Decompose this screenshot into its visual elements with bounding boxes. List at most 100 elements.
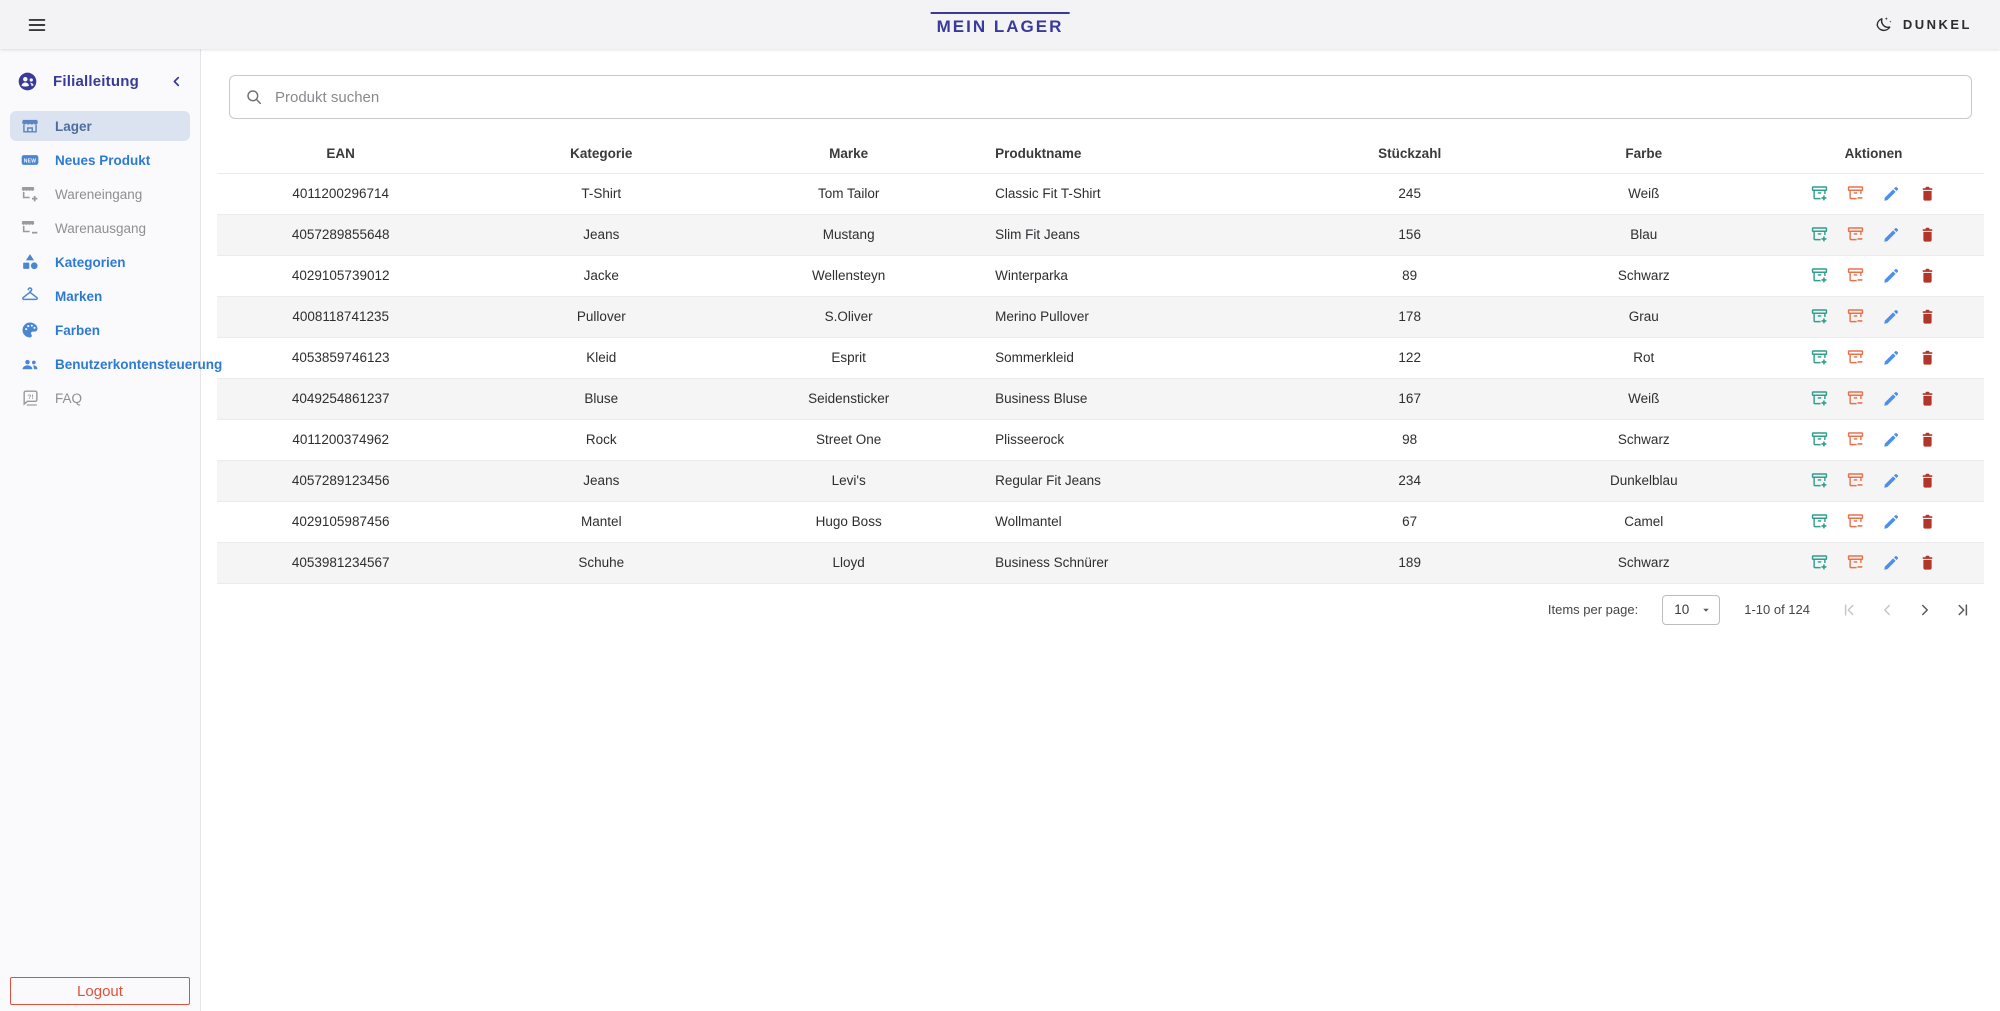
remove-stock-button[interactable] [1845,470,1867,492]
sidebar-collapse-button[interactable] [164,69,188,93]
pencil-icon [1882,348,1901,367]
delete-button[interactable] [1917,470,1939,492]
delete-button[interactable] [1917,511,1939,533]
add-stock-button[interactable] [1809,306,1831,328]
edit-button[interactable] [1881,265,1903,287]
cell-marke: Wellensteyn [738,255,959,296]
edit-button[interactable] [1881,470,1903,492]
sidebar-item-neues-produkt[interactable]: NEW Neues Produkt [10,145,190,175]
table-row: 4029105987456 Mantel Hugo Boss Wollmante… [217,501,1984,542]
remove-stock-button[interactable] [1845,224,1867,246]
table-row: 4011200296714 T-Shirt Tom Tailor Classic… [217,173,1984,214]
app-title: MEIN LAGER [931,12,1070,37]
cell-farbe: Schwarz [1525,255,1764,296]
add-stock-button[interactable] [1809,388,1831,410]
pencil-icon [1882,307,1901,326]
cell-farbe: Dunkelblau [1525,460,1764,501]
page-size-select[interactable]: 10 [1662,595,1720,625]
add-stock-button[interactable] [1809,347,1831,369]
delete-button[interactable] [1917,347,1939,369]
table-row: 4011200374962 Rock Street One Plisseeroc… [217,419,1984,460]
delete-button[interactable] [1917,552,1939,574]
remove-stock-button[interactable] [1845,552,1867,574]
remove-stock-button[interactable] [1845,183,1867,205]
cell-stueckzahl: 156 [1295,214,1525,255]
add-stock-button[interactable] [1809,429,1831,451]
edit-button[interactable] [1881,552,1903,574]
edit-button[interactable] [1881,306,1903,328]
remove-stock-button[interactable] [1845,429,1867,451]
delete-button[interactable] [1917,388,1939,410]
edit-button[interactable] [1881,224,1903,246]
add-stock-button[interactable] [1809,552,1831,574]
cell-ean: 4053859746123 [217,337,464,378]
delete-button[interactable] [1917,183,1939,205]
remove-stock-button[interactable] [1845,388,1867,410]
logout-button[interactable]: Logout [10,977,190,1005]
category-icon [20,252,40,272]
sidebar-item-warenausgang[interactable]: Warenausgang [10,213,190,243]
cell-stueckzahl: 89 [1295,255,1525,296]
add-stock-button[interactable] [1809,224,1831,246]
sidebar-nav: Lager NEW Neues Produkt Wareneinga [0,107,200,421]
trash-icon [1918,266,1937,285]
pencil-icon [1882,225,1901,244]
stock-add-icon [1810,307,1829,326]
stock-remove-icon [1846,430,1865,449]
theme-toggle-label: DUNKEL [1903,17,1972,32]
edit-button[interactable] [1881,183,1903,205]
delete-button[interactable] [1917,224,1939,246]
delete-button[interactable] [1917,265,1939,287]
theme-toggle-button[interactable]: DUNKEL [1874,15,1972,35]
stock-add-icon [1810,512,1829,531]
cell-aktionen [1763,542,1984,583]
add-stock-button[interactable] [1809,183,1831,205]
sidebar-item-kategorien[interactable]: Kategorien [10,247,190,277]
stock-add-icon [1810,184,1829,203]
branch-management-icon [16,70,39,93]
sidebar-item-marken[interactable]: Marken [10,281,190,311]
delete-button[interactable] [1917,306,1939,328]
remove-stock-button[interactable] [1845,265,1867,287]
stock-remove-icon [1846,184,1865,203]
remove-stock-button[interactable] [1845,347,1867,369]
remove-stock-button[interactable] [1845,306,1867,328]
stock-remove-icon [1846,225,1865,244]
delete-button[interactable] [1917,429,1939,451]
menu-button[interactable] [22,10,52,40]
sidebar-item-lager[interactable]: Lager [10,111,190,141]
edit-button[interactable] [1881,388,1903,410]
last-page-button[interactable] [1948,595,1978,625]
first-page-button[interactable] [1834,595,1864,625]
table-row: 4049254861237 Bluse Seidensticker Busine… [217,378,1984,419]
add-stock-button[interactable] [1809,470,1831,492]
previous-page-button[interactable] [1872,595,1902,625]
cell-ean: 4011200296714 [217,173,464,214]
edit-button[interactable] [1881,347,1903,369]
cell-farbe: Camel [1525,501,1764,542]
sidebar-item-faq[interactable]: ?! FAQ [10,383,190,413]
sidebar-item-wareneingang[interactable]: Wareneingang [10,179,190,209]
edit-button[interactable] [1881,511,1903,533]
cell-stueckzahl: 167 [1295,378,1525,419]
cell-ean: 4011200374962 [217,419,464,460]
stock-remove-icon [1846,512,1865,531]
cell-marke: Mustang [738,214,959,255]
edit-button[interactable] [1881,429,1903,451]
pencil-icon [1882,266,1901,285]
items-per-page-label: Items per page: [1548,602,1638,617]
remove-stock-button[interactable] [1845,511,1867,533]
users-icon [20,354,40,374]
top-bar: MEIN LAGER DUNKEL [0,0,2000,49]
stock-add-icon [1810,348,1829,367]
sidebar-item-label: Lager [55,119,92,134]
sidebar-item-farben[interactable]: Farben [10,315,190,345]
search-input[interactable] [275,89,1957,106]
sidebar-item-benutzerkontensteuerung[interactable]: Benutzerkontensteuerung [10,349,190,379]
next-page-button[interactable] [1910,595,1940,625]
add-stock-button[interactable] [1809,265,1831,287]
sidebar-header: Filialleitung [0,49,200,107]
table-row: 4057289855648 Jeans Mustang Slim Fit Jea… [217,214,1984,255]
add-stock-button[interactable] [1809,511,1831,533]
column-header-aktionen: Aktionen [1763,135,1984,173]
